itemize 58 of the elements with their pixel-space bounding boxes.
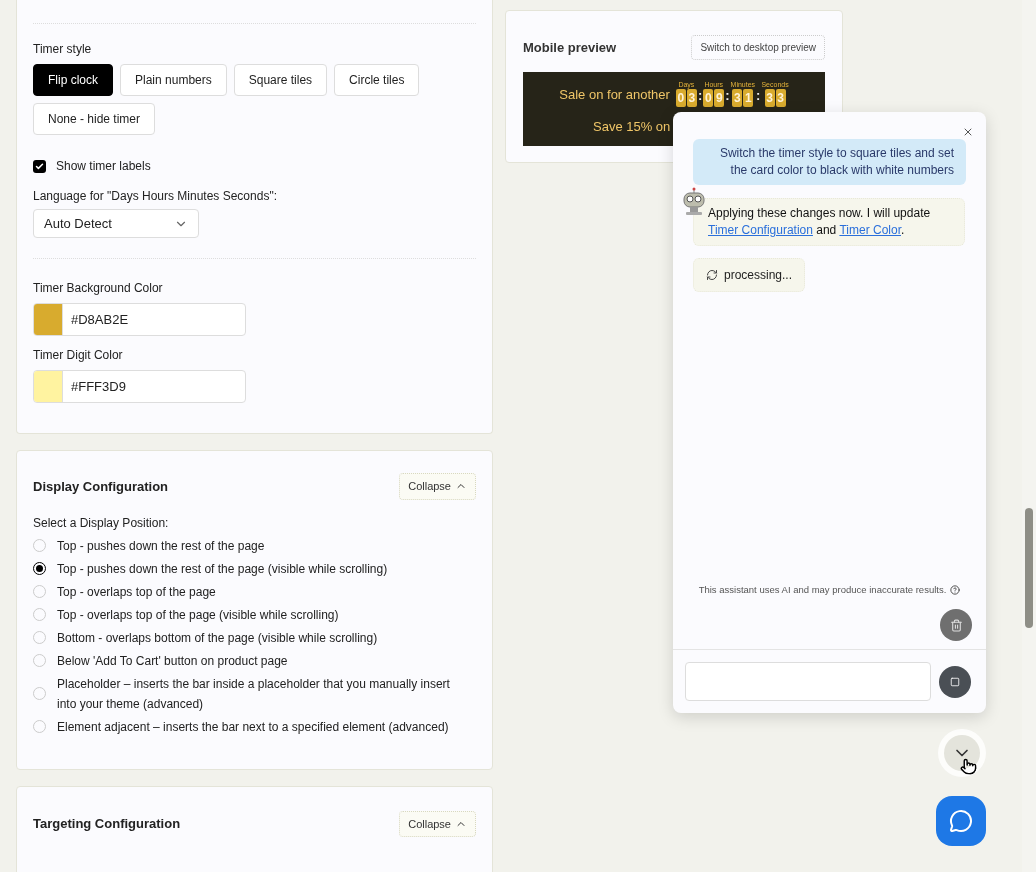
section-title: Display Configuration xyxy=(33,477,169,496)
style-option[interactable]: Flip clock xyxy=(33,64,113,96)
radio-label: Top - pushes down the rest of the page (visible while scrolling) xyxy=(57,560,388,578)
style-option[interactable]: Plain numbers xyxy=(120,64,227,96)
digit-tile: 3 xyxy=(775,89,786,108)
radio-label: Top - pushes down the rest of the page xyxy=(57,537,265,555)
field-label: Timer Background Color xyxy=(33,280,164,297)
digit-tile: 3 xyxy=(732,89,743,108)
processing-status: processing... xyxy=(693,258,806,292)
assistant-message: Applying these changes now. I will update Timer Configuration and Timer Color. xyxy=(693,198,965,246)
chat-bubble-icon xyxy=(949,809,973,833)
inline-link[interactable]: Timer Configuration xyxy=(708,223,813,237)
digit-tile: 3 xyxy=(764,89,775,108)
preview-headline: Sale on for another xyxy=(559,85,670,104)
digit-tile: 0 xyxy=(703,89,714,108)
digit-tile: 1 xyxy=(743,89,754,108)
radio-label: Placeholder – inserts the bar inside a placeholder that you manually insert into your theme (advanced) xyxy=(57,675,451,713)
preview-title: Mobile preview xyxy=(523,38,617,57)
timer-separator: : xyxy=(697,86,703,105)
timer-separator: : xyxy=(725,86,730,105)
trash-icon xyxy=(949,618,963,632)
style-option[interactable]: None - hide timer xyxy=(33,103,156,135)
radio-label: Element adjacent – inserts the bar next to a specified element (advanced) xyxy=(57,718,449,736)
field-label: Timer Digit Color xyxy=(33,347,124,364)
refresh-icon xyxy=(706,269,718,281)
radio-label: Below 'Add To Cart' button on product page xyxy=(57,652,288,670)
chat-input[interactable] xyxy=(685,662,931,701)
digit-tile: 0 xyxy=(675,89,686,108)
digit-tile: 9 xyxy=(714,89,725,108)
chat-launcher-button[interactable] xyxy=(936,796,986,846)
preview-offer-text: Save 15% on xyxy=(593,118,671,137)
style-option[interactable]: Circle tiles xyxy=(334,64,420,96)
collapse-button[interactable]: Collapse xyxy=(399,473,476,500)
stop-icon xyxy=(950,676,960,687)
stop-button[interactable] xyxy=(939,665,971,698)
help-icon[interactable] xyxy=(950,584,961,595)
field-label: Language for "Days Hours Minutes Seconds": xyxy=(33,188,278,205)
inline-link[interactable]: Timer Color xyxy=(839,223,901,237)
style-option[interactable]: Square tiles xyxy=(233,64,328,96)
language-dropdown[interactable]: Auto Detect xyxy=(33,209,199,238)
color-field[interactable]: #D8AB2E xyxy=(33,303,246,336)
radio-label: Top - overlaps top of the page xyxy=(57,583,216,601)
ai-disclaimer: This assistant uses AI and may produce inaccurate results. xyxy=(698,582,947,597)
checkbox[interactable] xyxy=(33,159,46,173)
close-icon[interactable] xyxy=(962,126,974,138)
delete-chat-button[interactable] xyxy=(940,609,972,641)
checkbox-label: Show timer labels xyxy=(56,158,151,175)
user-message: Switch the timer style to square tiles and set the card color to black with white numbers xyxy=(693,139,966,185)
collapse-button[interactable]: Collapse xyxy=(399,810,476,837)
field-label: Timer style xyxy=(33,41,93,58)
hand-cursor-icon xyxy=(960,758,977,775)
timer-separator: : xyxy=(756,86,761,105)
color-field[interactable]: #FFF3D9 xyxy=(33,370,246,403)
radio-label: Top - overlaps top of the page (visible while scrolling) xyxy=(57,606,339,624)
radio-label: Bottom - overlaps bottom of the page (visible while scrolling) xyxy=(57,629,378,647)
field-label: Select a Display Position: xyxy=(33,514,170,532)
digit-tile: 3 xyxy=(686,89,697,108)
section-title: Targeting Configuration xyxy=(33,815,181,833)
